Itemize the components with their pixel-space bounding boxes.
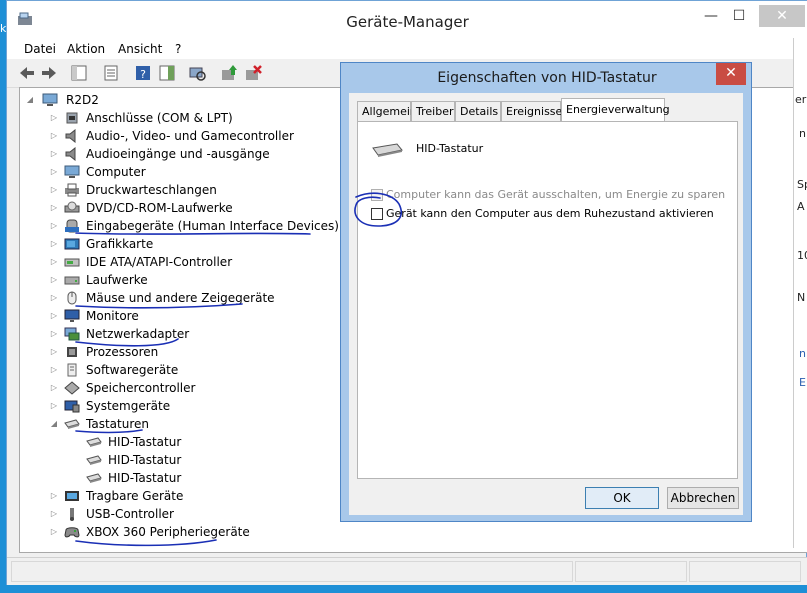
underline-maeuse xyxy=(75,303,243,309)
circle-wake-checkbox xyxy=(354,192,403,227)
handwritten-annotations xyxy=(75,192,403,547)
underline-xbox xyxy=(75,539,217,547)
underline-eingabegeraete xyxy=(75,232,311,235)
underline-tastaturen xyxy=(75,429,143,434)
underline-netzwerkadapter xyxy=(75,338,179,347)
